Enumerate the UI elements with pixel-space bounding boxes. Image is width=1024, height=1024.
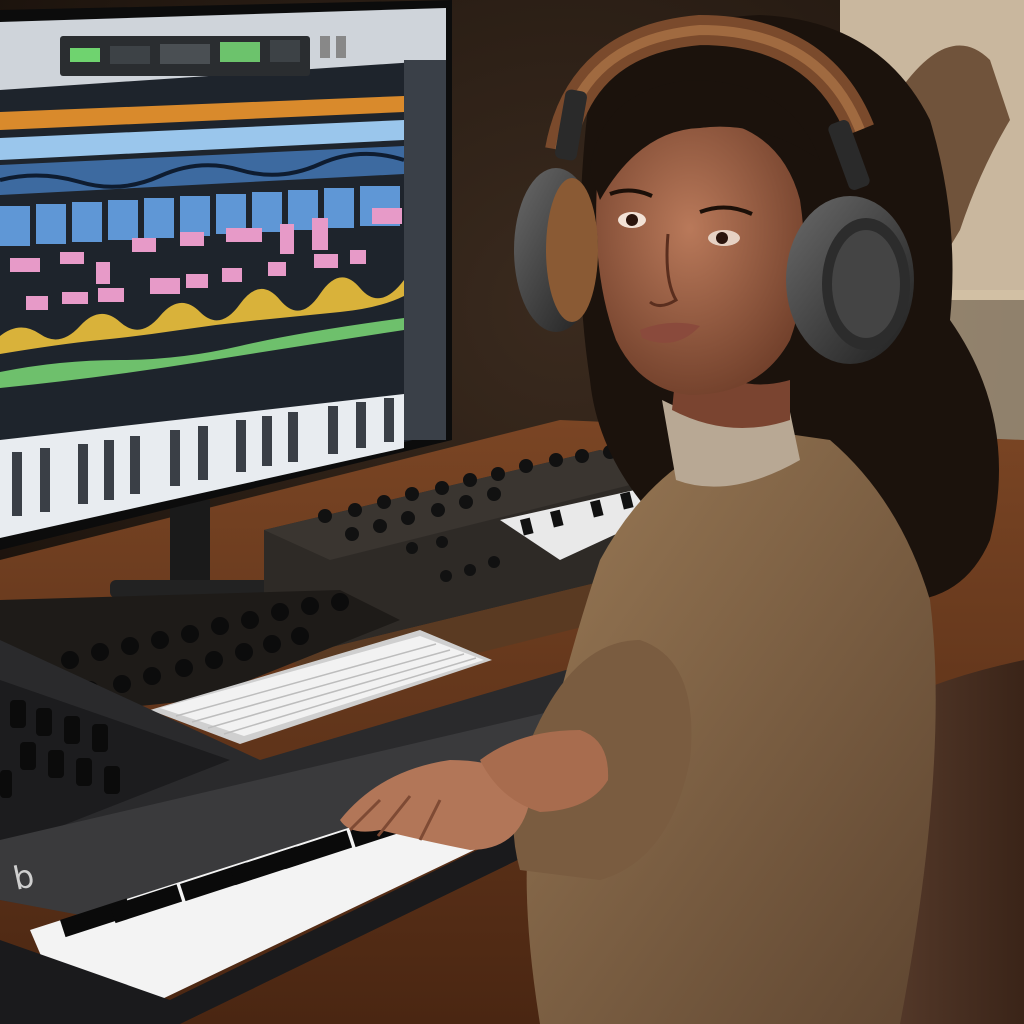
track-list-panel <box>404 60 446 440</box>
studio-scene: b <box>0 0 1024 1024</box>
